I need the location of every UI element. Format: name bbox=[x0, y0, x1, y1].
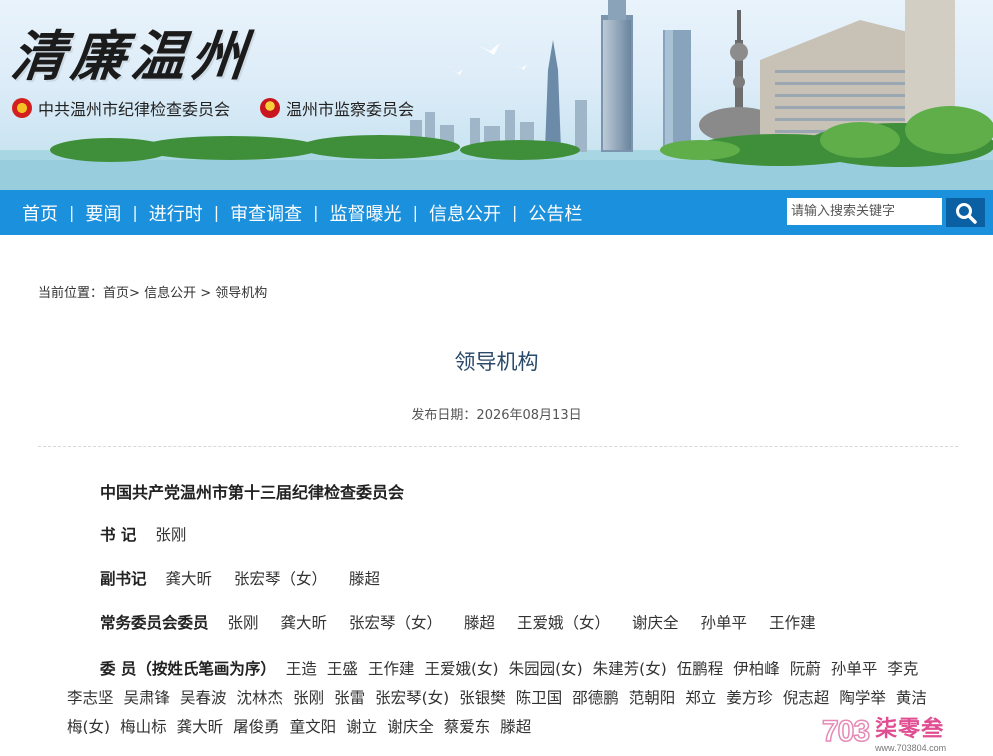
org-commission: 中共温州市纪律检查委员会 bbox=[12, 96, 230, 120]
article-body: 中国共产党温州市第十三届纪律检查委员会 书 记 张刚 副书记 龚大昕 张宏琴（女）… bbox=[67, 479, 929, 742]
nav-item-investigation[interactable]: 审查调查 bbox=[230, 200, 302, 226]
breadcrumb-home-link[interactable]: 首页 bbox=[103, 286, 129, 301]
breadcrumb-current-link[interactable]: 领导机构 bbox=[215, 286, 267, 301]
person-name: 张刚 bbox=[293, 689, 325, 707]
secretary-row: 书 记 张刚 bbox=[100, 523, 929, 547]
nav-separator: | bbox=[511, 203, 518, 222]
person-name: 谢庆全 bbox=[632, 614, 679, 632]
nav-separator: | bbox=[313, 203, 319, 222]
person-name: 龚大昕 bbox=[176, 718, 224, 736]
divider bbox=[38, 446, 958, 447]
person-name: 李志坚 bbox=[67, 689, 114, 707]
nav-item-exposure[interactable]: 监督曝光 bbox=[330, 200, 402, 226]
national-emblem-icon bbox=[260, 98, 280, 118]
header-banner: 清廉温州 中共温州市纪律检查委员会 温州市监察委员会 bbox=[0, 0, 993, 190]
article-title: 领导机构 bbox=[454, 350, 539, 374]
person-name: 倪志超 bbox=[782, 689, 830, 707]
person-name: 陶学举 bbox=[839, 689, 886, 707]
person-name: 沈林杰 bbox=[236, 689, 284, 707]
deputy-secretary-label: 副书记 bbox=[100, 570, 147, 588]
person-name: 王作建 bbox=[367, 660, 415, 678]
person-name: 王爱娥(女) bbox=[424, 660, 499, 678]
standing-committee-row: 常务委员会委员 张刚 龚大昕 张宏琴（女） 滕超 王爱娥（女） 谢庆全 孙单平 王作建 bbox=[100, 611, 929, 635]
person-name: 姜方珍 bbox=[726, 689, 773, 707]
members-list: 委 员（按姓氏笔画为序） 王造 王盛 王作建 王爱娥(女) 朱园园(女) 朱建芳(女) 伍鹏程… bbox=[67, 655, 929, 742]
committee-heading: 中国共产党温州市第十三届纪律检查委员会 bbox=[100, 483, 405, 502]
person-name: 李克 bbox=[887, 660, 919, 678]
breadcrumb-prefix: 当前位置： bbox=[38, 286, 104, 301]
person-name: 伍鹏程 bbox=[676, 660, 724, 678]
person-name: 张刚 bbox=[155, 526, 187, 544]
person-name: 屠俊勇 bbox=[233, 718, 280, 736]
watermark-name: 柒零叁 bbox=[875, 717, 945, 742]
person-name: 谢庆全 bbox=[387, 718, 434, 736]
person-name: 伊柏峰 bbox=[733, 660, 780, 678]
nav-item-disclosure[interactable]: 信息公开 bbox=[429, 200, 501, 226]
watermark-url: www.703804.com bbox=[875, 743, 947, 753]
breadcrumb-separator: > bbox=[129, 286, 140, 301]
nav-separator: | bbox=[412, 203, 418, 222]
person-name: 范朝阳 bbox=[628, 689, 676, 707]
person-name: 童文阳 bbox=[289, 718, 337, 736]
person-name: 张宏琴（女） bbox=[233, 570, 327, 588]
breadcrumb-separator: > bbox=[200, 286, 212, 301]
person-name: 朱建芳(女) bbox=[592, 660, 667, 678]
person-name: 吴春波 bbox=[180, 689, 227, 707]
person-name: 梅山标 bbox=[120, 718, 167, 736]
party-emblem-icon bbox=[12, 98, 32, 118]
search-input[interactable] bbox=[787, 198, 942, 225]
nav-item-bulletin[interactable]: 公告栏 bbox=[528, 200, 582, 226]
person-name: 朱园园(女) bbox=[508, 660, 583, 678]
person-name: 谢立 bbox=[346, 718, 378, 736]
person-name: 孙单平 bbox=[700, 614, 748, 632]
person-name: 吴肃锋 bbox=[123, 689, 171, 707]
publish-date-value: 2026年08月13日 bbox=[476, 408, 582, 423]
deputy-secretary-row: 副书记 龚大昕 张宏琴（女） 滕超 bbox=[100, 567, 929, 591]
publish-date-label: 发布日期： bbox=[411, 408, 477, 423]
secretary-label: 书 记 bbox=[100, 526, 137, 544]
nav-item-progress[interactable]: 进行时 bbox=[149, 200, 203, 226]
person-name: 张刚 bbox=[227, 614, 259, 632]
nav-item-news[interactable]: 要闻 bbox=[85, 200, 121, 226]
person-name: 王作建 bbox=[769, 614, 816, 632]
person-name: 张宏琴(女) bbox=[375, 689, 450, 707]
person-name: 张宏琴（女） bbox=[348, 614, 442, 632]
person-name: 陈卫国 bbox=[515, 689, 563, 707]
site-logo-title: 清廉温州 bbox=[8, 24, 255, 88]
person-name: 张银樊 bbox=[459, 689, 506, 707]
org-supervision-label: 温州市监察委员会 bbox=[286, 100, 415, 119]
publish-date: 发布日期：2026年08月13日 bbox=[8, 404, 985, 423]
person-name: 龚大昕 bbox=[165, 570, 212, 588]
person-name: 王造 bbox=[285, 660, 317, 678]
person-name: 滕超 bbox=[464, 614, 496, 632]
search-icon bbox=[955, 202, 977, 224]
person-name: 孙单平 bbox=[830, 660, 878, 678]
person-name: 邵德鹏 bbox=[572, 689, 619, 707]
person-name: 阮蔚 bbox=[789, 660, 821, 678]
person-name: 张雷 bbox=[334, 689, 366, 707]
person-name: 龚大昕 bbox=[280, 614, 327, 632]
watermark-number: 703 bbox=[821, 714, 871, 749]
person-name: 郑立 bbox=[685, 689, 717, 707]
main-content: 当前位置：首页> 信息公开 > 领导机构 领导机构 发布日期：2026年08月1… bbox=[8, 235, 985, 756]
person-name: 滕超 bbox=[500, 718, 532, 736]
person-name: 滕超 bbox=[348, 570, 380, 588]
nav-separator: | bbox=[132, 203, 138, 222]
members-label: 委 员（按姓氏笔画为序） bbox=[100, 660, 276, 678]
breadcrumb-section-link[interactable]: 信息公开 bbox=[144, 286, 196, 301]
nav-separator: | bbox=[69, 203, 75, 222]
standing-committee-label: 常务委员会委员 bbox=[100, 614, 209, 632]
org-supervision: 温州市监察委员会 bbox=[260, 96, 414, 120]
person-name: 蔡爱东 bbox=[443, 718, 491, 736]
nav-separator: | bbox=[213, 203, 220, 222]
person-name: 王爱娥（女） bbox=[517, 614, 611, 632]
breadcrumb: 当前位置：首页> 信息公开 > 领导机构 bbox=[38, 282, 267, 301]
person-name: 王盛 bbox=[326, 660, 358, 678]
watermark-logo: 703 柒零叁 www.703804.com bbox=[821, 708, 993, 756]
search-button[interactable] bbox=[946, 198, 985, 227]
nav-item-home[interactable]: 首页 bbox=[22, 200, 58, 226]
org-commission-label: 中共温州市纪律检查委员会 bbox=[38, 100, 231, 119]
